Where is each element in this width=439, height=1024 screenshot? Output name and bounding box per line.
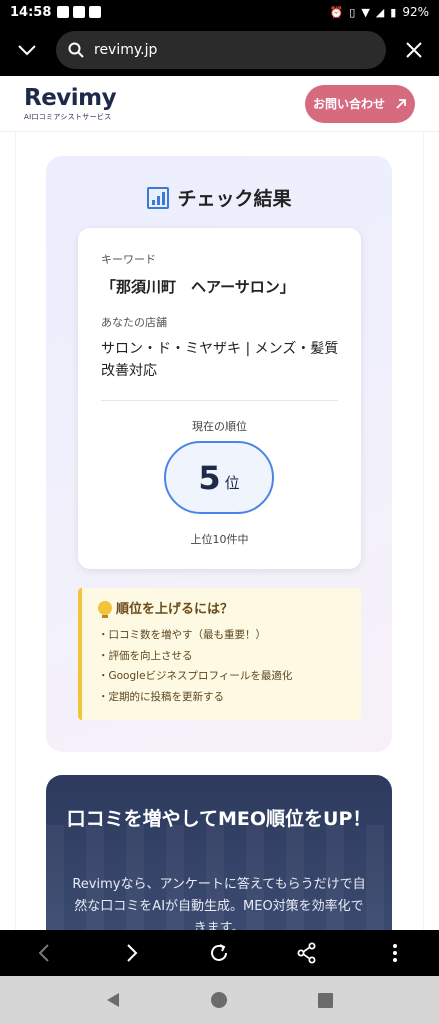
- tips-heading-text: 順位を上げるには？: [116, 602, 234, 617]
- reload-icon[interactable]: [199, 933, 239, 973]
- rank-unit: 位: [224, 474, 240, 492]
- close-icon[interactable]: [399, 35, 429, 65]
- contact-button[interactable]: お問い合わせ: [305, 84, 415, 123]
- collapse-chevron-icon[interactable]: [10, 33, 44, 67]
- contact-label: お問い合わせ: [312, 97, 385, 111]
- status-time: 14:58: [10, 4, 52, 20]
- notification-icons: [57, 6, 102, 18]
- tips-list: ・口コミ数を増やす（最も重要！） ・評価を向上させる ・Googleビジネスプロ…: [98, 625, 361, 707]
- system-nav-bar: [0, 976, 439, 1024]
- battery-icon: ▮: [390, 5, 397, 19]
- more-menu-icon[interactable]: [375, 933, 415, 973]
- logo-tagline: AI口コミアシストサービス: [24, 113, 112, 121]
- rank-number: 5: [198, 458, 221, 497]
- battery-percent: 92%: [402, 5, 429, 19]
- search-icon: [68, 42, 84, 58]
- alarm-icon: ⏰: [329, 5, 344, 19]
- tip-item: ・Googleビジネスプロフィールを最適化: [98, 670, 293, 682]
- rank-label: 現在の順位: [192, 420, 247, 433]
- bar-chart-icon: [147, 186, 170, 209]
- promo-body: Revimyなら、アンケートに答えてもらうだけで自然な口コミをAIが自動生成。M…: [72, 877, 366, 930]
- tip-item: ・定期的に投稿を更新する: [98, 690, 224, 703]
- card-divider: [101, 400, 338, 401]
- keyword-value: 「那須川町 ヘアーサロン」: [101, 278, 295, 296]
- result-title: チェック結果: [0, 184, 439, 211]
- app-notification-icon: [73, 6, 86, 18]
- logo-name: Revimy: [24, 85, 117, 111]
- status-right: ⏰ ▯ ▼ ◢ ▮ 92%: [330, 5, 429, 19]
- app-notification-icon: [89, 6, 102, 18]
- promo-title: 口コミを増やしてMEO順位をUP！: [66, 808, 372, 830]
- result-title-text: チェック結果: [177, 188, 292, 210]
- keyword-label: キーワード: [101, 253, 156, 266]
- share-icon[interactable]: [287, 933, 327, 973]
- nav-back-icon[interactable]: [98, 985, 128, 1015]
- wifi-icon: ▼: [361, 5, 370, 19]
- url-bar[interactable]: revimy.jp: [56, 31, 386, 69]
- vibrate-icon: ▯: [349, 5, 356, 19]
- status-bar: 14:58 ⏰ ▯ ▼ ◢ ▮ 92%: [0, 0, 439, 24]
- shop-value: サロン・ド・ミヤザキ | メンズ・髪質改善対応: [101, 341, 339, 379]
- revimy-logo[interactable]: Revimy AI口コミアシストサービス: [24, 85, 117, 122]
- url-text: revimy.jp: [94, 42, 158, 58]
- signal-icon: ◢: [375, 5, 385, 19]
- rank-badge: 5 位: [164, 441, 274, 514]
- tips-box: 順位を上げるには？ ・口コミ数を増やす（最も重要！） ・評価を向上させる ・Go…: [78, 588, 361, 720]
- tip-item: ・評価を向上させる: [98, 649, 193, 662]
- lightbulb-icon: [98, 600, 112, 618]
- browser-toolbar: [0, 930, 439, 976]
- shop-label: あなたの店舗: [101, 316, 167, 329]
- nav-recents-icon[interactable]: [311, 985, 341, 1015]
- forward-icon[interactable]: [112, 933, 152, 973]
- rank-range: 上位10件中: [190, 533, 249, 546]
- home-notification-icon: [57, 6, 70, 18]
- browser-bar: revimy.jp: [0, 24, 439, 76]
- site-header: Revimy AI口コミアシストサービス お問い合わせ: [0, 76, 439, 132]
- nav-home-icon[interactable]: [204, 985, 234, 1015]
- arrow-up-right-icon: [396, 98, 406, 109]
- tips-heading: 順位を上げるには？: [98, 598, 361, 618]
- back-icon[interactable]: [24, 933, 64, 973]
- tip-item: ・口コミ数を増やす（最も重要！）: [98, 629, 266, 641]
